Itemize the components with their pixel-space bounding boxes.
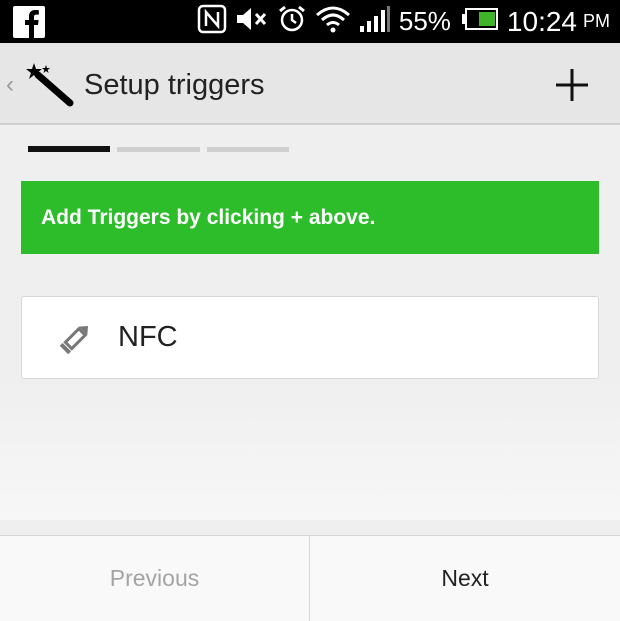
add-trigger-button[interactable]: [552, 65, 592, 105]
chevron-left-icon[interactable]: ‹: [6, 71, 14, 99]
battery-icon: [461, 8, 499, 35]
wifi-icon: [315, 5, 351, 38]
step-indicator-2: [117, 147, 200, 152]
trigger-item-nfc[interactable]: NFC: [21, 296, 599, 379]
magic-wand-icon[interactable]: [24, 61, 76, 112]
step-indicator-3: [207, 147, 289, 152]
facebook-icon: [13, 6, 45, 38]
battery-percent: 55%: [398, 6, 451, 36]
banner-text: Add Triggers by clicking + above.: [41, 206, 376, 229]
step-indicator-1: [28, 146, 110, 152]
info-banner: Add Triggers by clicking + above.: [21, 181, 599, 254]
action-bar: ‹ Setup triggers: [0, 43, 620, 125]
alarm-icon: [277, 4, 307, 39]
previous-button[interactable]: Previous: [0, 536, 309, 621]
signal-icon: [359, 5, 391, 38]
mute-icon: [235, 5, 269, 38]
clock-ampm: PM: [583, 11, 610, 31]
pencil-icon[interactable]: [58, 321, 94, 360]
content-background: [0, 380, 620, 520]
clock-time: 10:24: [506, 5, 577, 37]
plus-icon: [556, 69, 588, 101]
nfc-icon: [197, 4, 227, 39]
next-button[interactable]: Next: [310, 536, 620, 621]
status-bar: 55% 10:24 PM: [0, 0, 620, 43]
page-title: Setup triggers: [84, 69, 265, 101]
wizard-footer: Previous Next: [0, 535, 620, 621]
trigger-label: NFC: [118, 321, 178, 353]
